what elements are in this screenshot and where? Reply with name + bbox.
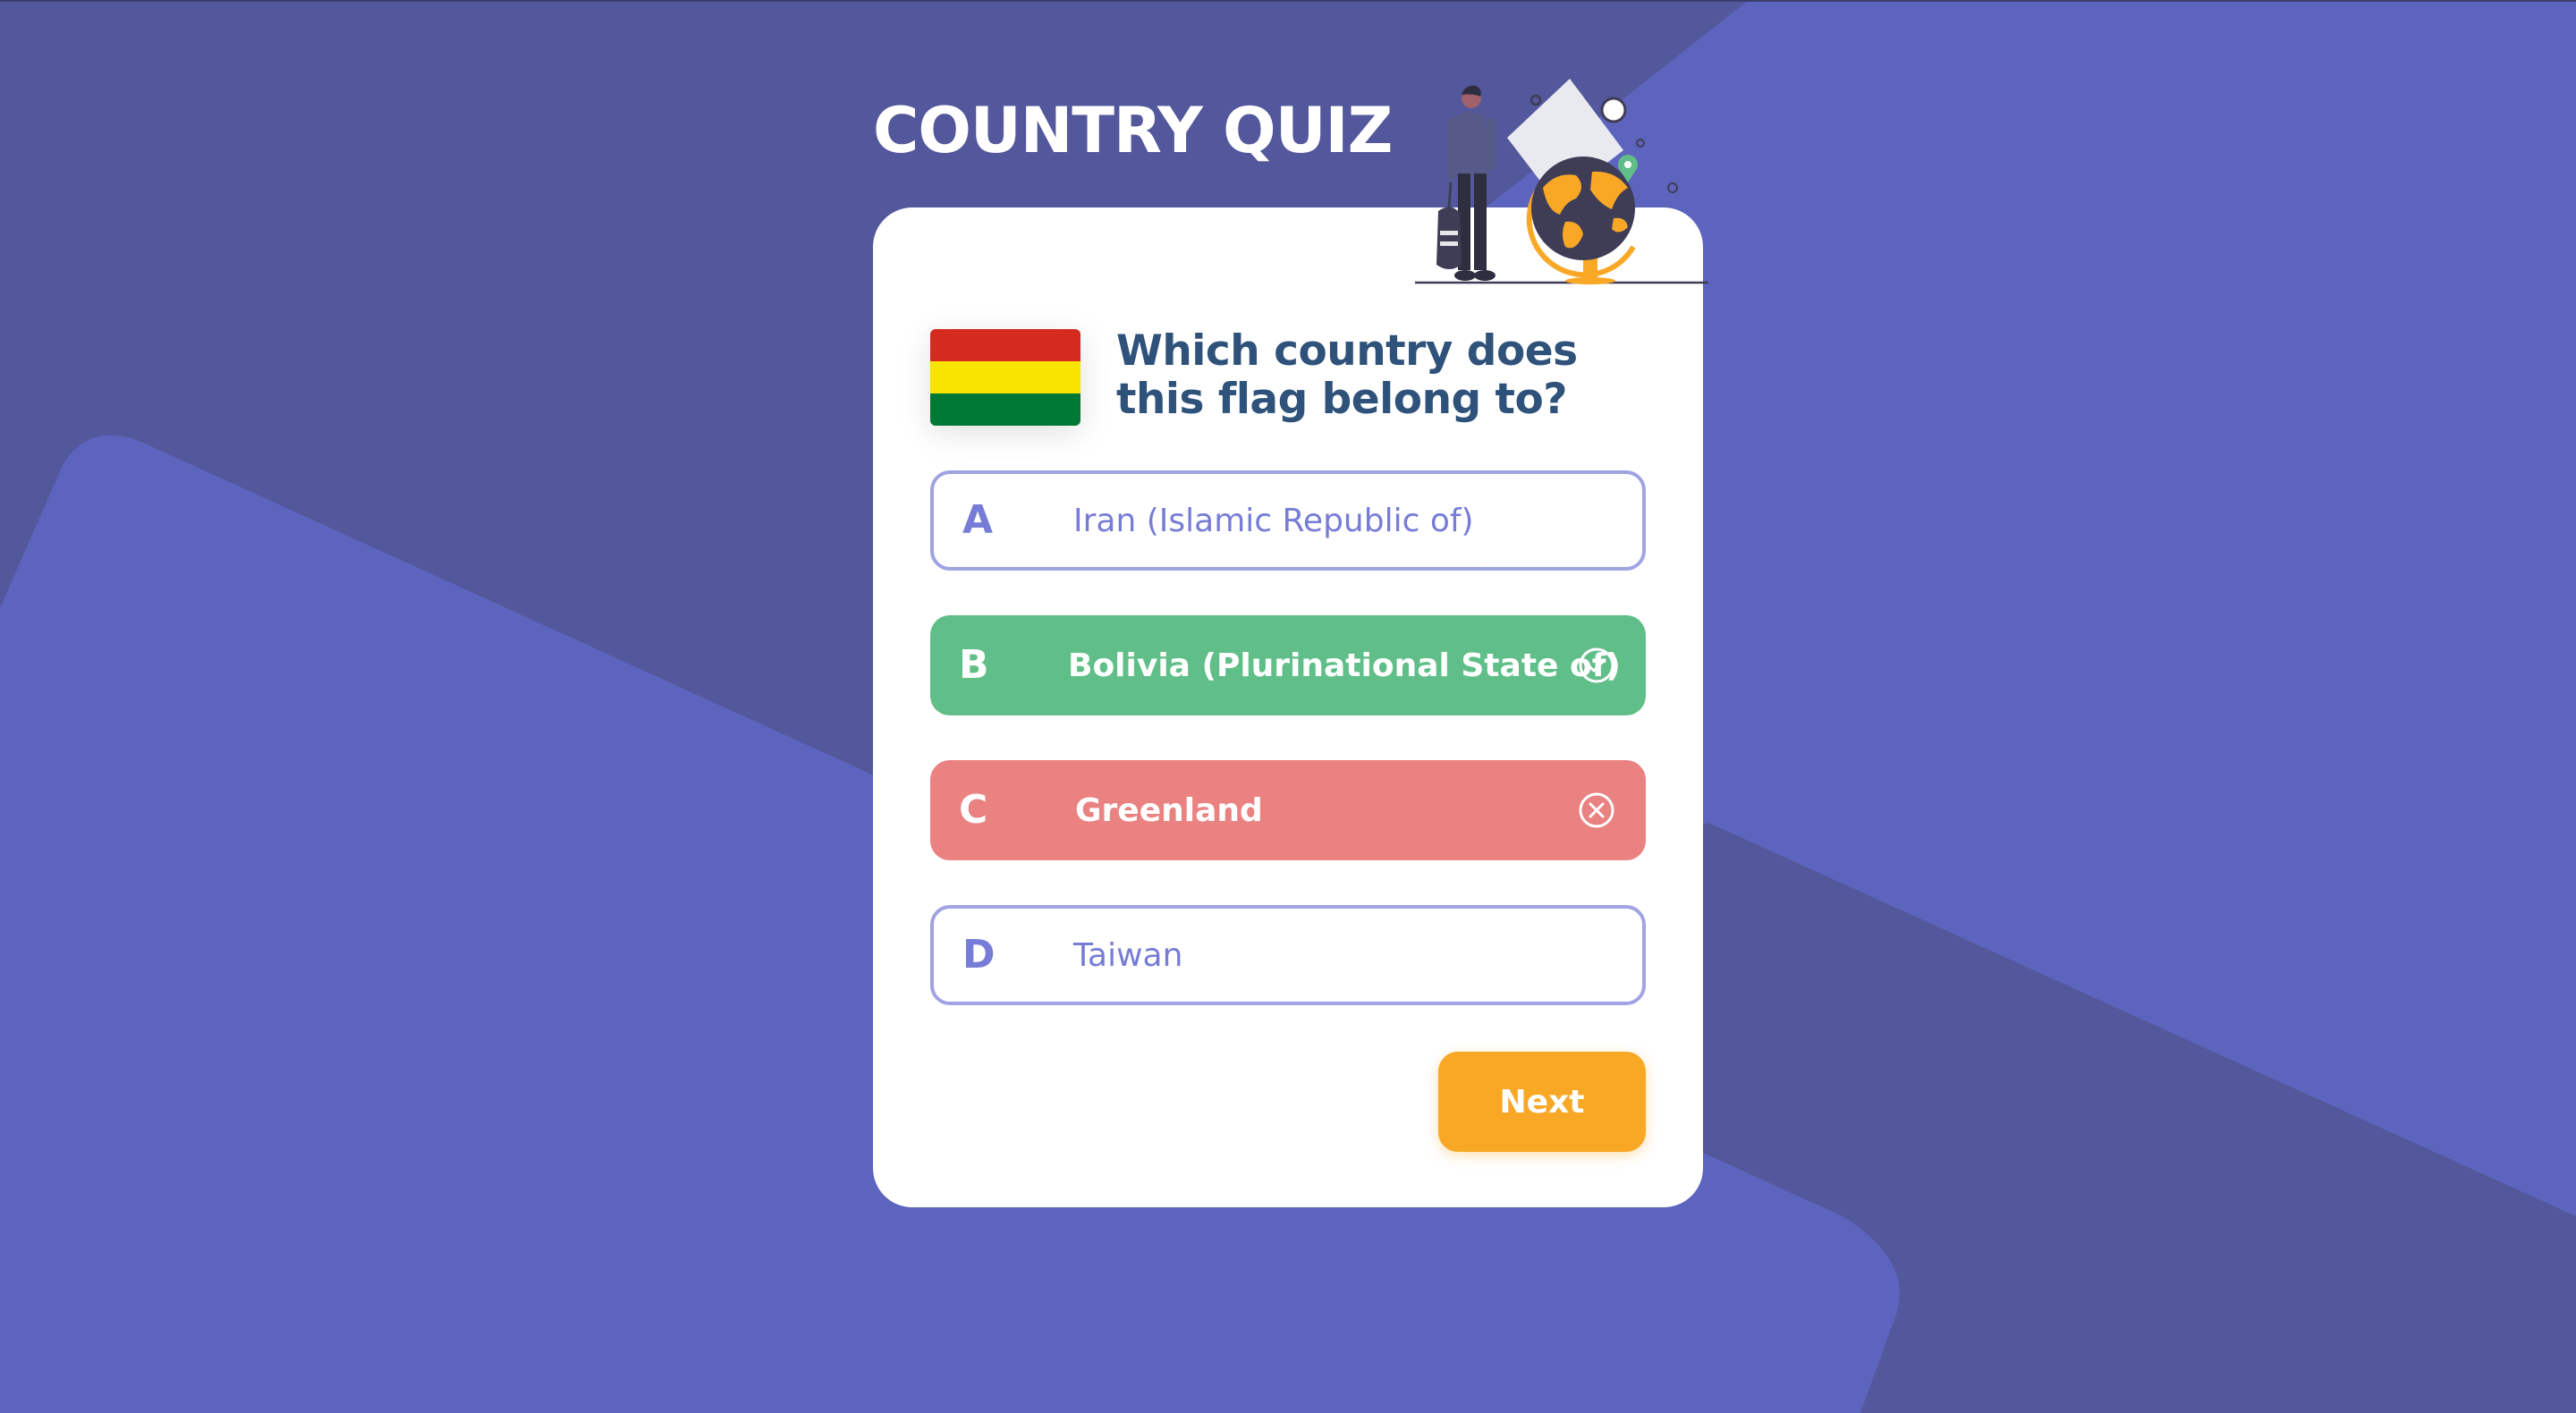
flag-stripe-green bbox=[930, 393, 1080, 426]
question-flag bbox=[930, 329, 1080, 426]
option-label: Greenland bbox=[1075, 791, 1263, 829]
option-letter: C bbox=[959, 787, 988, 833]
traveler-globe-illustration bbox=[1415, 79, 1708, 284]
answer-option-d[interactable]: D Taiwan bbox=[930, 905, 1646, 1005]
flag-stripe-red bbox=[930, 329, 1080, 361]
option-label: Taiwan bbox=[1073, 936, 1183, 974]
check-circle-icon bbox=[1579, 647, 1614, 683]
answer-option-a[interactable]: A Iran (Islamic Republic of) bbox=[930, 470, 1646, 571]
quiz-card: Which country does this flag belong to? … bbox=[873, 207, 1703, 1207]
answer-option-c[interactable]: C Greenland bbox=[930, 760, 1646, 860]
option-letter: A bbox=[962, 497, 994, 543]
page-title: COUNTRY QUIZ bbox=[873, 94, 1393, 167]
option-label: Iran (Islamic Republic of) bbox=[1073, 502, 1474, 539]
flag-stripe-yellow bbox=[930, 361, 1080, 393]
next-button[interactable]: Next bbox=[1438, 1052, 1646, 1152]
answer-option-b[interactable]: B Bolivia (Plurinational State of) bbox=[930, 615, 1646, 715]
x-circle-icon bbox=[1579, 792, 1614, 828]
option-letter: B bbox=[959, 642, 989, 688]
question-text: Which country does this flag belong to? bbox=[1116, 326, 1578, 424]
option-letter: D bbox=[962, 932, 996, 977]
option-label: Bolivia (Plurinational State of) bbox=[1068, 647, 1621, 684]
